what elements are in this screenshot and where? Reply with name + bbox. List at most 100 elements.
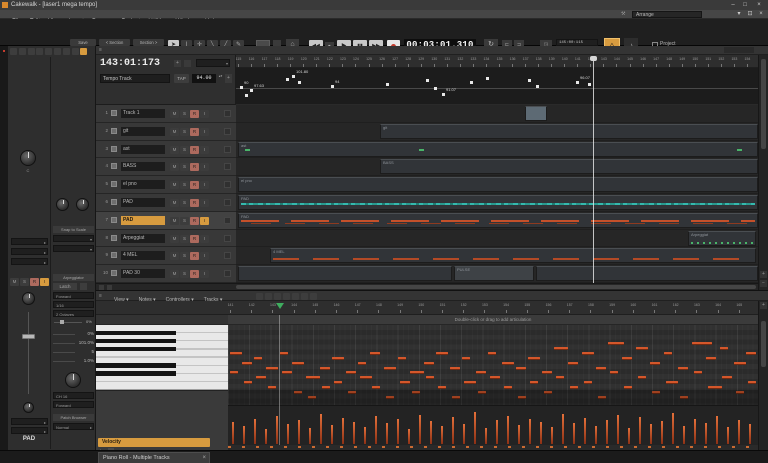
arp-option-button[interactable] bbox=[80, 283, 87, 290]
clip-lane[interactable] bbox=[236, 105, 758, 123]
midi-note[interactable] bbox=[624, 386, 632, 389]
track-name[interactable]: 4 MEL bbox=[121, 251, 165, 260]
tempo-node[interactable] bbox=[536, 85, 539, 88]
clip-lane[interactable]: BASS bbox=[236, 158, 758, 176]
midi-note[interactable] bbox=[292, 362, 304, 365]
prv-note-grid[interactable] bbox=[228, 325, 758, 405]
midi-note[interactable] bbox=[516, 367, 526, 370]
inspector-module-6-icon[interactable] bbox=[63, 48, 70, 55]
arp-swing-slider[interactable] bbox=[54, 322, 82, 323]
input-dropdown[interactable]: ▸ bbox=[11, 238, 48, 245]
now-time-cursor[interactable] bbox=[593, 57, 594, 283]
track-name[interactable]: PAD bbox=[121, 198, 165, 207]
midi-note[interactable] bbox=[622, 357, 632, 360]
prv-tool-5-icon[interactable] bbox=[301, 293, 308, 300]
track-header[interactable]: 5el pnoMSRI bbox=[96, 176, 236, 194]
midi-note[interactable] bbox=[280, 352, 288, 355]
velocity-bar[interactable] bbox=[397, 419, 399, 444]
midi-note[interactable] bbox=[256, 376, 266, 379]
pan2-knob[interactable] bbox=[76, 198, 89, 211]
arp-octaves-dropdown[interactable]: 2 Octaves bbox=[53, 310, 94, 317]
tap-tempo-button[interactable]: TAP bbox=[174, 74, 189, 83]
tempo-node[interactable] bbox=[245, 94, 248, 97]
arrange-hscroll[interactable] bbox=[96, 283, 768, 290]
tempo-spinner[interactable]: ▴▾ bbox=[218, 74, 223, 83]
tempo-node[interactable] bbox=[588, 83, 591, 86]
midi-param-slider[interactable] bbox=[53, 361, 75, 362]
midi-note[interactable] bbox=[244, 381, 252, 384]
punch-in-field[interactable]: 145:00:115 bbox=[556, 39, 598, 46]
track-name[interactable]: BASS bbox=[121, 162, 165, 171]
velocity-lane-tab[interactable]: Velocity bbox=[98, 438, 210, 447]
track-automation-button[interactable] bbox=[224, 270, 231, 277]
velocity-bar[interactable] bbox=[507, 416, 509, 444]
tb-button-section-[interactable]: Section > bbox=[133, 39, 164, 46]
velocity-bar[interactable] bbox=[529, 419, 531, 444]
velocity-bar[interactable] bbox=[496, 420, 498, 444]
track-name[interactable]: git bbox=[121, 127, 165, 136]
tempo-track-lane[interactable]: 9097.63101.809491.0796.07 bbox=[236, 68, 758, 105]
clip[interactable]: PAD bbox=[238, 195, 758, 210]
clip-lane[interactable]: ast bbox=[236, 141, 758, 159]
velocity-bar[interactable] bbox=[353, 422, 355, 444]
send-knob[interactable] bbox=[23, 402, 34, 413]
velocity-bar[interactable] bbox=[463, 424, 465, 444]
arp-rate-dropdown[interactable]: 1/16 bbox=[53, 301, 94, 308]
track-i-button[interactable]: I bbox=[200, 181, 209, 189]
velocity-bar[interactable] bbox=[485, 428, 487, 444]
midi-note[interactable] bbox=[450, 367, 460, 370]
track-s-button[interactable]: S bbox=[180, 199, 189, 207]
inspector-module-5-icon[interactable] bbox=[54, 48, 61, 55]
track-m-button[interactable]: M bbox=[170, 181, 179, 189]
velocity-bar[interactable] bbox=[287, 424, 289, 444]
vscroll-thumb[interactable] bbox=[761, 59, 766, 149]
midi-note[interactable] bbox=[464, 381, 476, 384]
now-time-marker-icon[interactable] bbox=[590, 56, 597, 61]
velocity-bar[interactable] bbox=[298, 420, 300, 444]
inspector-s-button[interactable]: S bbox=[20, 278, 29, 286]
inspector-module-1-icon[interactable] bbox=[19, 48, 26, 55]
midi-note[interactable] bbox=[568, 362, 578, 365]
tempo-node[interactable] bbox=[528, 79, 531, 82]
clip[interactable] bbox=[238, 266, 452, 281]
midi-note[interactable] bbox=[554, 347, 568, 350]
patch-dropdown[interactable]: Normal▸ bbox=[53, 423, 94, 430]
black-key[interactable] bbox=[96, 347, 176, 351]
workspace-selector[interactable]: Arrange bbox=[632, 11, 702, 18]
clip-lane[interactable]: 4 MEL bbox=[236, 247, 758, 265]
velocity-bar[interactable] bbox=[518, 425, 520, 444]
prv-tool-2-icon[interactable] bbox=[274, 293, 281, 300]
midi-note[interactable] bbox=[438, 386, 446, 389]
prv-tool-0-icon[interactable] bbox=[256, 293, 263, 300]
velocity-bar[interactable] bbox=[595, 426, 597, 444]
track-m-button[interactable]: M bbox=[170, 163, 179, 171]
mdi-close-icon[interactable]: × bbox=[756, 10, 766, 19]
velocity-bar[interactable] bbox=[342, 418, 344, 444]
midi-param-slider[interactable] bbox=[53, 343, 75, 344]
velocity-bar[interactable] bbox=[628, 428, 630, 444]
prv-vscroll-thumb[interactable] bbox=[761, 321, 766, 367]
track-name[interactable]: ast bbox=[121, 145, 165, 154]
midi-note[interactable] bbox=[638, 376, 646, 379]
track-s-button[interactable]: S bbox=[180, 181, 189, 189]
velocity-bar[interactable] bbox=[683, 426, 685, 444]
trackview-tools[interactable] bbox=[724, 47, 754, 53]
inspector-module-4-icon[interactable] bbox=[45, 48, 52, 55]
clip[interactable]: PAD bbox=[238, 213, 758, 228]
velocity-bar[interactable] bbox=[364, 427, 366, 444]
track-name[interactable]: PAD bbox=[121, 216, 165, 225]
track-s-button[interactable]: S bbox=[180, 163, 189, 171]
velocity-bar[interactable] bbox=[606, 420, 608, 444]
track-r-button[interactable]: R bbox=[190, 252, 199, 260]
track-header[interactable]: 94 MELMSRI bbox=[96, 247, 236, 265]
velocity-bar[interactable] bbox=[562, 414, 564, 444]
tb-button--section[interactable]: < Section bbox=[99, 39, 130, 46]
midi-note[interactable] bbox=[582, 352, 594, 355]
track-header[interactable]: 6PADMSRI bbox=[96, 194, 236, 212]
inspector-module-7-icon[interactable] bbox=[72, 48, 79, 55]
midi-note[interactable] bbox=[242, 362, 252, 365]
velocity-bar[interactable] bbox=[320, 414, 322, 444]
tempo-value-field[interactable]: 94.00 bbox=[192, 74, 216, 83]
midi-note[interactable] bbox=[666, 381, 678, 384]
track-r-button[interactable]: R bbox=[190, 163, 199, 171]
